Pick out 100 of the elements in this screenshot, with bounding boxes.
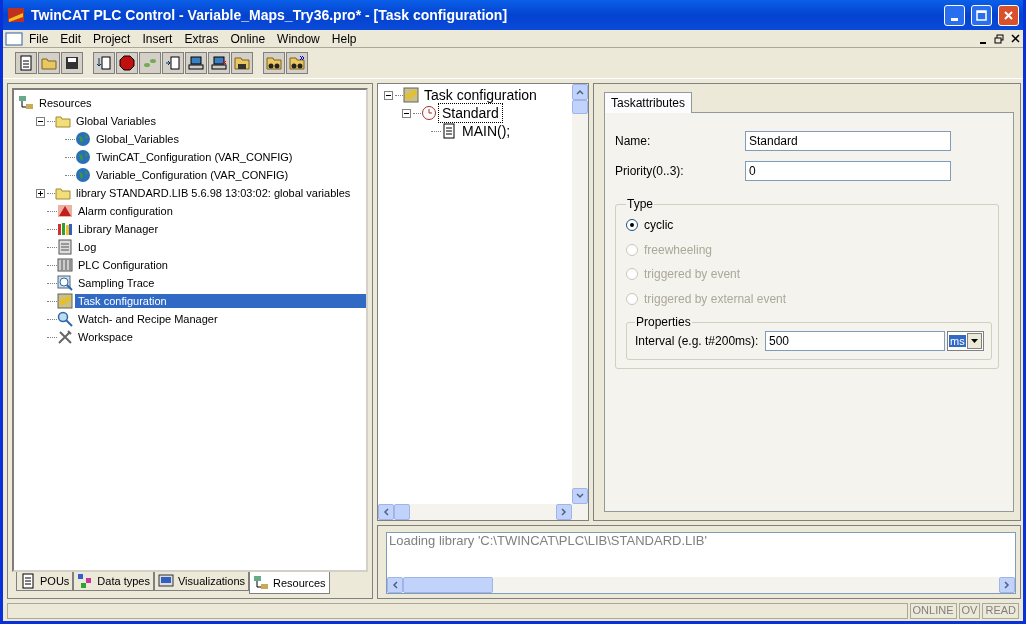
tree-item[interactable]: Variable_Configuration (VAR_CONFIG) (93, 168, 292, 182)
menu-item[interactable]: Insert (136, 31, 179, 46)
tree-item[interactable]: Resources (36, 96, 95, 110)
tree-item[interactable]: PLC Configuration (75, 258, 171, 272)
tab[interactable]: Visualizations (153, 572, 249, 591)
message-text: Loading library 'C:\TWINCAT\PLC\LIB\STANDARD.LIB' (388, 532, 708, 550)
collapse-icon[interactable] (36, 116, 45, 126)
network-icon (253, 574, 269, 591)
scroll-thumb[interactable] (572, 100, 588, 114)
data-types-icon (77, 573, 94, 589)
radio-label: triggered by event (644, 267, 741, 282)
globe-icon (75, 167, 91, 183)
tree-item[interactable]: TwinCAT_Configuration (VAR_CONFIG) (93, 150, 296, 164)
tree-item[interactable]: Global_Variables (93, 132, 182, 146)
radio-label: cyclic (644, 218, 674, 233)
binoculars-icon (266, 55, 282, 71)
toolbar-button[interactable] (61, 52, 83, 74)
scroll-thumb[interactable] (403, 577, 493, 593)
tree-item[interactable]: MAIN(); (459, 122, 514, 140)
gears-icon (57, 293, 73, 309)
document-icon (57, 239, 73, 255)
gears-icon (403, 87, 419, 103)
tree-item[interactable]: Sampling Trace (75, 276, 158, 290)
status-indicator: READ (982, 603, 1019, 619)
tab[interactable]: POUs (16, 572, 74, 591)
toolbar-button[interactable] (208, 52, 230, 74)
tab[interactable]: Resources (249, 572, 330, 594)
scroll-right-icon[interactable] (556, 504, 572, 520)
vertical-scrollbar[interactable] (572, 84, 588, 504)
tree-item[interactable]: Global Variables (73, 114, 159, 128)
save-icon (64, 55, 80, 71)
tree-item[interactable]: Log (75, 240, 100, 254)
toolbar-button[interactable] (185, 52, 207, 74)
field-label: Priority(0..3): (615, 164, 685, 178)
scroll-left-icon[interactable] (387, 577, 403, 593)
monitor-icon (157, 573, 174, 589)
menu-item[interactable]: Online (224, 31, 272, 46)
menu-item[interactable]: Edit (54, 31, 88, 46)
document-icon (441, 123, 457, 139)
close-button[interactable] (998, 4, 1019, 26)
clock-icon (421, 105, 437, 121)
toolbar-button[interactable] (93, 52, 115, 74)
magnifier-icon (57, 275, 73, 291)
maximize-button[interactable] (971, 4, 992, 26)
menu-item[interactable]: Window (271, 31, 326, 46)
name-field[interactable]: Standard (745, 131, 951, 151)
tree-item[interactable]: Workspace (75, 330, 136, 344)
tree-item[interactable]: Task configuration (75, 294, 366, 308)
toolbar-button[interactable] (116, 52, 138, 74)
horizontal-scrollbar[interactable] (387, 577, 1015, 593)
books-icon (57, 221, 73, 237)
folders-icon (234, 55, 250, 71)
tab[interactable]: Data types (73, 572, 154, 591)
toolbar-button[interactable] (263, 52, 285, 74)
restore-button[interactable] (991, 31, 1007, 46)
status-indicator: ONLINE (909, 603, 957, 619)
toolbar-button[interactable] (286, 52, 308, 74)
scroll-down-icon[interactable] (572, 488, 588, 504)
priority-field[interactable]: 0 (745, 161, 951, 181)
tree-item[interactable]: library STANDARD.LIB 5.6.98 13:03:02: global variables (73, 186, 354, 200)
close-icon (1010, 34, 1020, 43)
menu-item[interactable]: Extras (178, 31, 225, 46)
caret-icon (970, 339, 978, 343)
new-file-icon (18, 55, 34, 71)
document-arrow-icon (96, 55, 112, 71)
restore-icon (994, 33, 1004, 44)
collapse-icon[interactable] (384, 90, 393, 100)
tree-item[interactable]: Standard (439, 104, 502, 122)
unit-dropdown[interactable]: ms (947, 331, 984, 351)
document-icon[interactable] (5, 31, 23, 46)
scroll-left-icon[interactable] (378, 504, 394, 520)
network-icon (18, 95, 34, 111)
toolbar-button[interactable] (162, 52, 184, 74)
scroll-right-icon[interactable] (999, 577, 1015, 593)
horizontal-scrollbar[interactable] (378, 504, 588, 520)
interval-field[interactable]: 500 (765, 331, 945, 351)
group-title: Type (626, 197, 654, 211)
radio-button[interactable] (626, 219, 638, 232)
tree-item[interactable]: Watch- and Recipe Manager (75, 312, 221, 326)
scroll-up-icon[interactable] (572, 84, 588, 100)
app-icon (7, 7, 25, 23)
scroll-thumb[interactable] (394, 504, 410, 520)
tree-item[interactable]: Task configuration (421, 86, 540, 104)
minimize-icon (951, 17, 958, 21)
tree-item[interactable]: Alarm configuration (75, 204, 176, 218)
collapse-icon[interactable] (402, 108, 411, 118)
magnifier-icon (57, 311, 73, 327)
status-indicator: OV (958, 603, 981, 619)
menu-item[interactable]: Project (87, 31, 137, 46)
computer-icon (211, 55, 227, 71)
tab[interactable]: Taskattributes (604, 92, 693, 113)
menu-item[interactable]: File (23, 31, 55, 46)
tree-item[interactable]: Library Manager (75, 222, 162, 236)
close-icon (1003, 9, 1014, 21)
minimize-button[interactable] (944, 4, 965, 26)
toolbar-button[interactable] (231, 52, 253, 74)
menu-item[interactable]: Help (325, 31, 363, 46)
toolbar-button[interactable] (15, 52, 37, 74)
expand-icon[interactable] (36, 188, 45, 198)
window-title: TwinCAT PLC Control - Variable_Maps_Try36.pro* - [Task configuration] (31, 7, 509, 23)
